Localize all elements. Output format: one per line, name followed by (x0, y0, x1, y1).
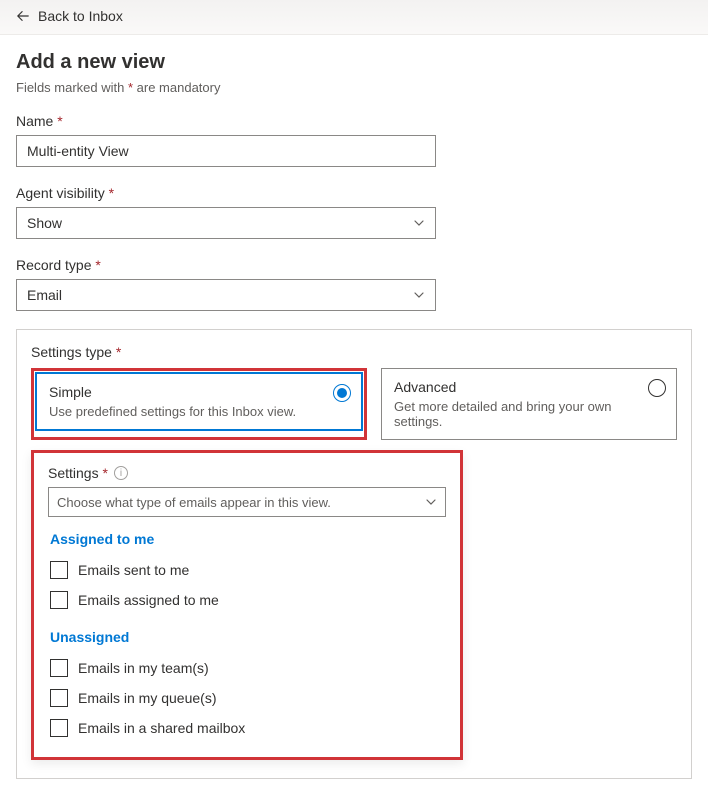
chevron-down-icon (425, 496, 437, 508)
chevron-down-icon (413, 289, 425, 301)
settings-options: Assigned to me Emails sent to me Emails … (48, 531, 446, 743)
agent-visibility-select[interactable]: Show (16, 207, 436, 239)
page-content: Add a new view Fields marked with * are … (0, 35, 708, 787)
name-input[interactable]: Multi-entity View (16, 135, 436, 167)
option-emails-in-shared-mailbox[interactable]: Emails in a shared mailbox (48, 713, 446, 743)
radio-icon (333, 384, 351, 402)
settings-label: Settings * (48, 465, 108, 481)
name-field: Name * Multi-entity View (16, 113, 692, 167)
mandatory-hint: Fields marked with * are mandatory (16, 80, 692, 95)
settings-panel: Settings type * Simple Use predefined se… (16, 329, 692, 779)
agent-visibility-label: Agent visibility * (16, 185, 692, 201)
settings-type-advanced[interactable]: Advanced Get more detailed and bring you… (381, 368, 677, 440)
settings-label-row: Settings * i (48, 465, 446, 481)
group-title-assigned: Assigned to me (50, 531, 446, 547)
settings-type-simple[interactable]: Simple Use predefined settings for this … (36, 373, 362, 430)
option-emails-in-my-teams[interactable]: Emails in my team(s) (48, 653, 446, 683)
option-emails-assigned-to-me[interactable]: Emails assigned to me (48, 585, 446, 615)
checkbox-icon (50, 659, 68, 677)
arrow-left-icon (16, 9, 30, 23)
highlight-simple: Simple Use predefined settings for this … (31, 368, 367, 440)
settings-type-group: Simple Use predefined settings for this … (31, 368, 677, 440)
back-to-inbox-link[interactable]: Back to Inbox (16, 8, 123, 24)
option-emails-sent-to-me[interactable]: Emails sent to me (48, 555, 446, 585)
record-type-label: Record type * (16, 257, 692, 273)
checkbox-icon (50, 719, 68, 737)
chevron-down-icon (413, 217, 425, 229)
checkbox-icon (50, 561, 68, 579)
option-emails-in-my-queues[interactable]: Emails in my queue(s) (48, 683, 446, 713)
topbar: Back to Inbox (0, 0, 708, 35)
name-label: Name * (16, 113, 692, 129)
agent-visibility-field: Agent visibility * Show (16, 185, 692, 239)
group-title-unassigned: Unassigned (50, 629, 446, 645)
back-label: Back to Inbox (38, 8, 123, 24)
checkbox-icon (50, 591, 68, 609)
settings-type-label: Settings type * (31, 344, 677, 360)
settings-select[interactable]: Choose what type of emails appear in thi… (48, 487, 446, 517)
checkbox-icon (50, 689, 68, 707)
record-type-select[interactable]: Email (16, 279, 436, 311)
radio-icon (648, 379, 666, 397)
record-type-field: Record type * Email (16, 257, 692, 311)
info-icon[interactable]: i (114, 466, 128, 480)
page-title: Add a new view (16, 51, 692, 74)
